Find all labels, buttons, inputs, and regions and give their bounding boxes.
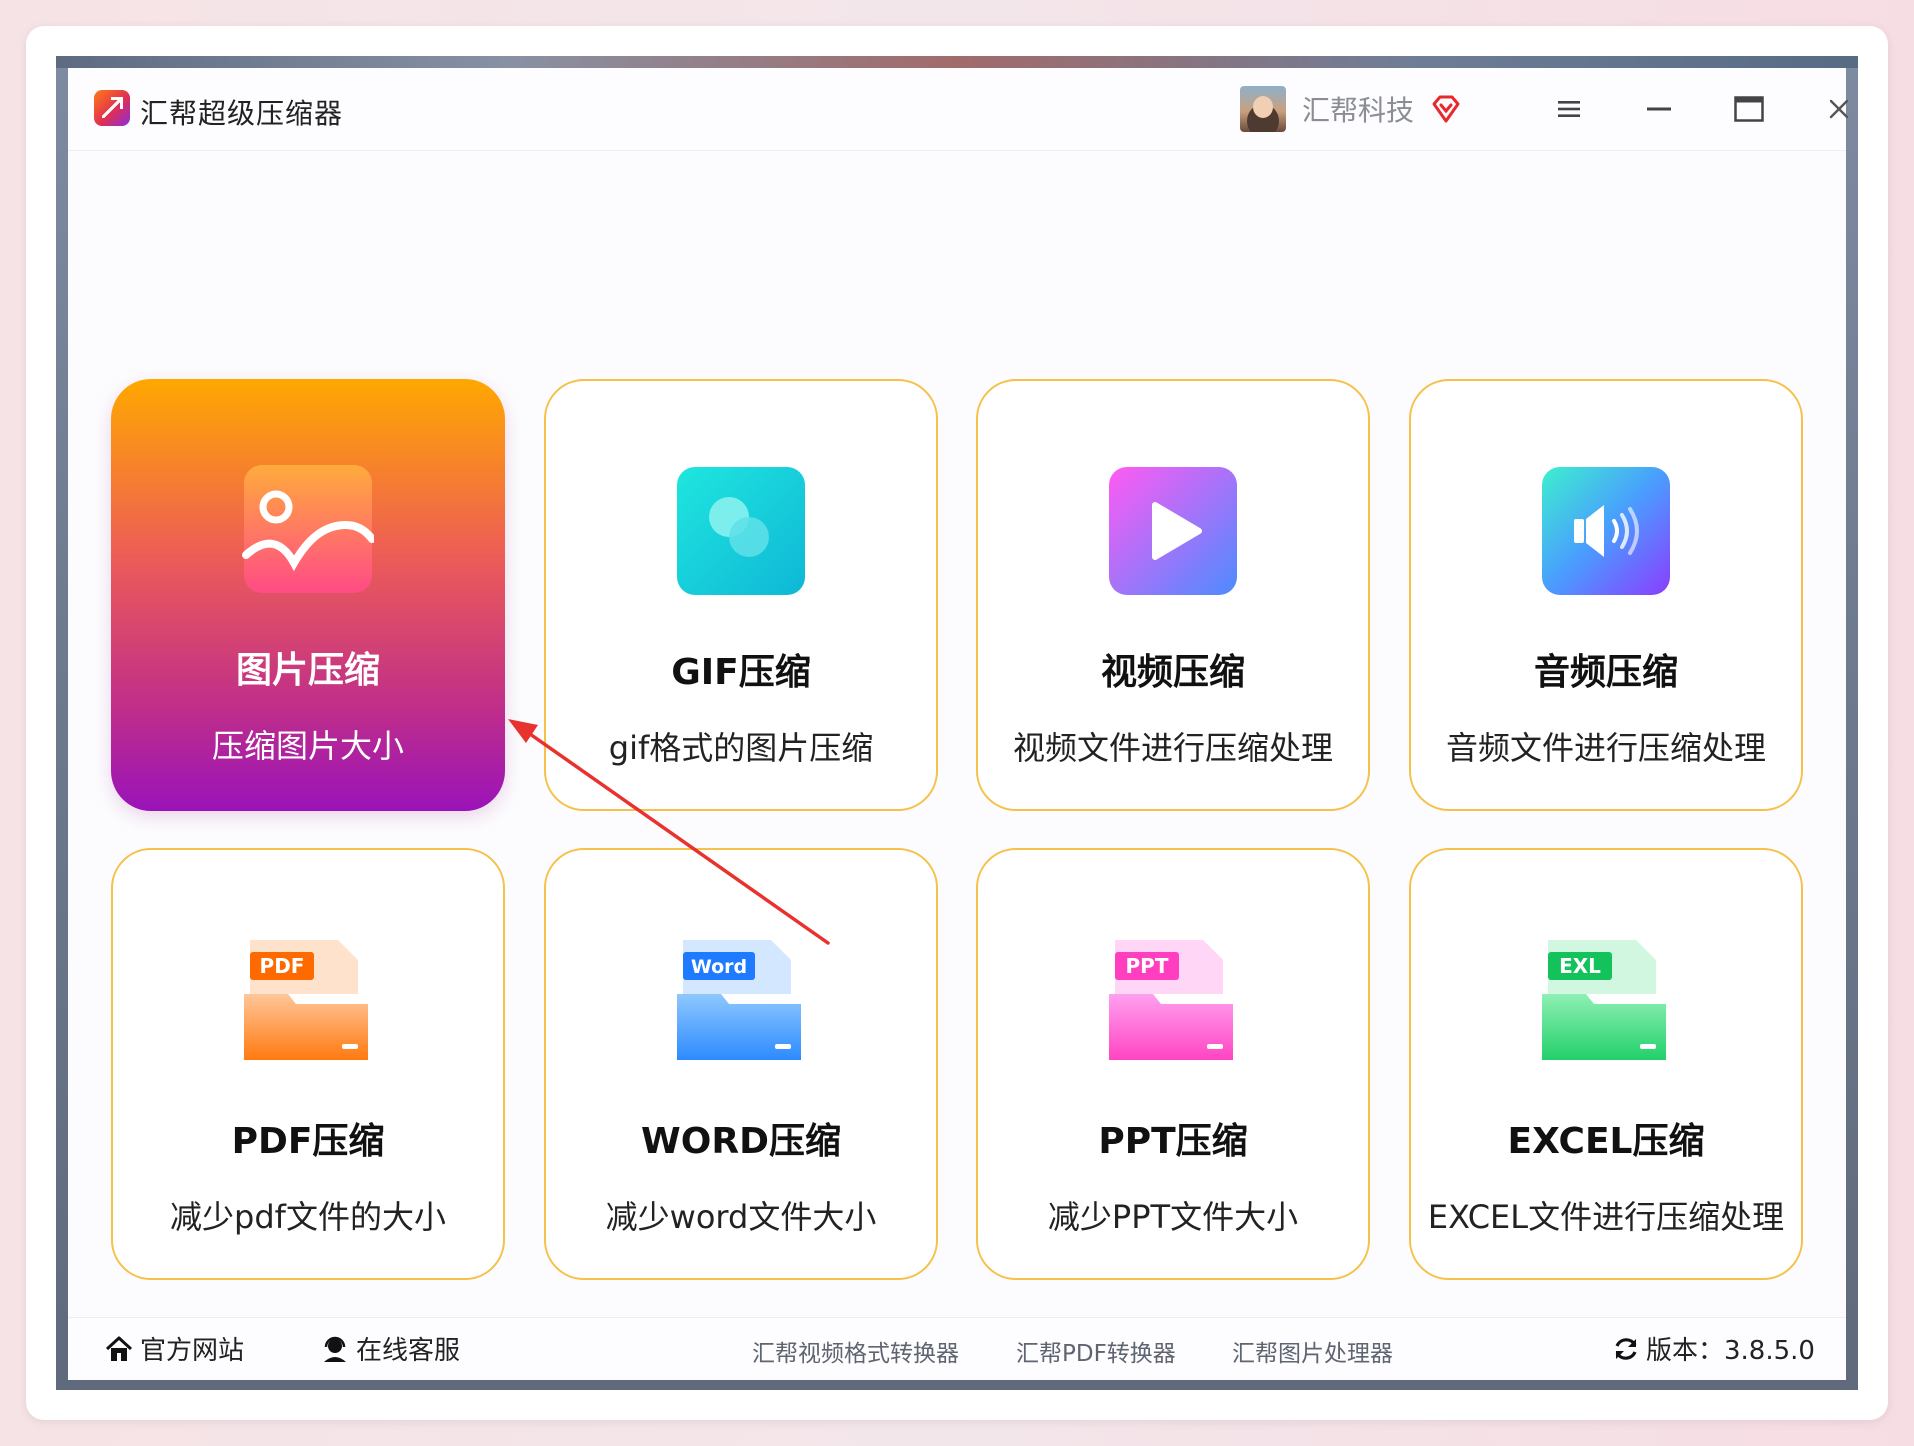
card-subtitle: EXCEL文件进行压缩处理 (1427, 1198, 1785, 1236)
card-title: 图片压缩 (235, 650, 380, 691)
card-title: 视频压缩 (1100, 652, 1245, 693)
card-subtitle: 音频文件进行压缩处理 (1445, 729, 1766, 767)
card-subtitle: 压缩图片大小 (211, 727, 404, 765)
card-pdf-compress[interactable]: PDF PDF压缩 减少pdf文件的大小 (111, 848, 505, 1280)
product-link-video-converter[interactable]: 汇帮视频格式转换器 (752, 1334, 959, 1368)
home-icon (105, 1336, 133, 1361)
vip-diamond-icon[interactable] (1430, 93, 1462, 125)
svg-text:EXL: EXL (1559, 954, 1601, 978)
card-title: GIF压缩 (671, 652, 811, 693)
card-gif-compress[interactable]: GIF压缩 gif格式的图片压缩 (544, 379, 938, 811)
product-link-image-processor[interactable]: 汇帮图片处理器 (1232, 1334, 1393, 1368)
app-logo-icon (94, 90, 130, 126)
maximize-icon (1734, 96, 1764, 122)
card-video-compress[interactable]: 视频压缩 视频文件进行压缩处理 (976, 379, 1370, 811)
official-site-label[interactable]: 官方网站 (140, 1330, 244, 1367)
word-file-icon: Word (677, 940, 801, 1060)
official-site-link[interactable]: 官方网站 (104, 1330, 244, 1367)
minimize-icon (1647, 107, 1671, 111)
customer-service-icon (324, 1336, 346, 1362)
svg-text:Word: Word (691, 956, 747, 978)
hamburger-icon (1558, 101, 1580, 117)
card-title: PPT压缩 (1098, 1121, 1248, 1162)
card-excel-compress[interactable]: EXL EXCEL压缩 EXCEL文件进行压缩处理 (1409, 848, 1803, 1280)
menu-button[interactable] (1544, 84, 1594, 134)
close-button[interactable] (1814, 84, 1864, 134)
pdf-file-icon: PDF (244, 940, 368, 1060)
card-subtitle: 视频文件进行压缩处理 (1012, 729, 1333, 767)
refresh-icon (1615, 1337, 1637, 1360)
card-title: 音频压缩 (1533, 652, 1678, 693)
tool-grid: 图片压缩 压缩图片大小 GIF压缩 gif格式的图片压缩 视频压缩 视频文件进行… (68, 151, 1846, 1317)
card-subtitle: 减少pdf文件的大小 (170, 1198, 446, 1236)
card-word-compress[interactable]: Word WORD压缩 减少word文件大小 (544, 848, 938, 1280)
title-bar: 汇帮超级压缩器 汇帮科技 (68, 68, 1849, 151)
maximize-button[interactable] (1724, 84, 1774, 134)
gif-icon (677, 467, 805, 595)
app-title: 汇帮超级压缩器 (140, 97, 344, 130)
card-subtitle: gif格式的图片压缩 (608, 729, 874, 767)
card-title: PDF压缩 (231, 1121, 385, 1162)
speaker-icon (1542, 467, 1670, 595)
svg-text:PDF: PDF (260, 954, 305, 978)
avatar[interactable] (1240, 86, 1286, 132)
minimize-button[interactable] (1634, 84, 1684, 134)
card-subtitle: 减少word文件大小 (605, 1198, 877, 1236)
card-subtitle: 减少PPT文件大小 (1047, 1198, 1299, 1236)
card-ppt-compress[interactable]: PPT PPT压缩 减少PPT文件大小 (976, 848, 1370, 1280)
ppt-file-icon: PPT (1109, 940, 1233, 1060)
version-info[interactable]: 版本：3.8.5.0 (1612, 1330, 1815, 1367)
card-audio-compress[interactable]: 音频压缩 音频文件进行压缩处理 (1409, 379, 1803, 811)
online-service-link[interactable]: 在线客服 (320, 1330, 460, 1367)
user-account[interactable]: 汇帮科技 (1240, 82, 1462, 136)
app-window: 汇帮超级压缩器 汇帮科技 图片压缩 压缩图片大小 GIF压缩 gif格式的图片压… (68, 68, 1849, 1380)
card-image-compress[interactable]: 图片压缩 压缩图片大小 (111, 379, 505, 811)
close-icon (1829, 99, 1849, 119)
excel-file-icon: EXL (1542, 940, 1666, 1060)
image-icon (242, 465, 374, 593)
card-title: EXCEL压缩 (1507, 1121, 1705, 1162)
footer-bar: 官方网站 在线客服 汇帮视频格式转换器 汇帮PDF转换器 汇帮图片处理器 版本：… (68, 1317, 1846, 1380)
svg-text:PPT: PPT (1126, 954, 1169, 978)
video-play-icon (1109, 467, 1237, 595)
user-name[interactable]: 汇帮科技 (1302, 89, 1414, 129)
card-title: WORD压缩 (641, 1121, 841, 1162)
version-label: 版本：3.8.5.0 (1646, 1336, 1815, 1366)
online-service-label[interactable]: 在线客服 (356, 1330, 460, 1367)
product-link-pdf-converter[interactable]: 汇帮PDF转换器 (1016, 1334, 1176, 1368)
